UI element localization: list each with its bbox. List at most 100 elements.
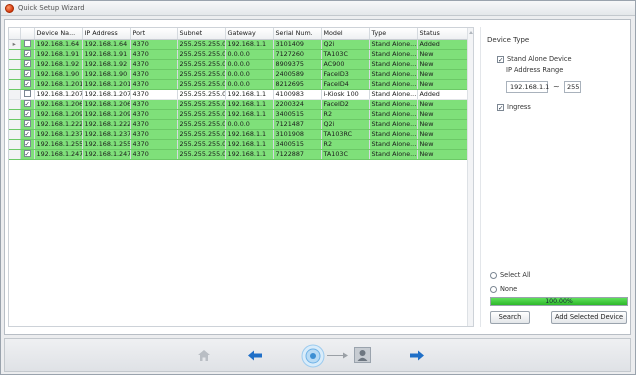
table-cell[interactable]: Stand Alone...	[369, 119, 418, 130]
row-checkbox[interactable]	[23, 60, 31, 67]
row-header[interactable]	[9, 49, 21, 60]
column-header[interactable]: Subnet	[177, 28, 226, 40]
table-cell[interactable]: 192.168.1.64	[82, 39, 131, 50]
user-upload-icon[interactable]	[354, 347, 371, 363]
table-cell[interactable]: 192.168.1.92	[34, 59, 83, 70]
row-checkbox-cell[interactable]	[20, 149, 35, 160]
table-cell[interactable]: 2200324	[273, 99, 322, 110]
column-header[interactable]: Port	[130, 28, 178, 40]
none-radio[interactable]	[490, 285, 497, 293]
table-cell[interactable]: 4370	[130, 149, 178, 160]
table-cell[interactable]: 4370	[130, 139, 178, 150]
table-cell[interactable]: 4100983	[273, 89, 322, 100]
table-cell[interactable]: 192.168.1.201	[82, 79, 131, 90]
table-cell[interactable]: 192.168.1.209	[34, 109, 83, 120]
scan-device-icon[interactable]	[301, 344, 325, 368]
table-cell[interactable]: FaceID2	[321, 99, 370, 110]
none-option[interactable]: None	[490, 285, 517, 293]
row-checkbox[interactable]	[23, 80, 31, 87]
row-checkbox-cell[interactable]	[20, 89, 35, 100]
table-cell[interactable]: 255.255.255.0	[177, 119, 226, 130]
row-header[interactable]	[9, 89, 21, 100]
table-cell[interactable]: Stand Alone...	[369, 69, 418, 80]
row-header[interactable]	[9, 139, 21, 150]
table-cell[interactable]: 255.255.255.0	[177, 139, 226, 150]
table-cell[interactable]: 3101409	[273, 39, 322, 50]
column-header[interactable]: Type	[369, 28, 418, 40]
table-row[interactable]: ▸ 192.168.1.64 192.168.1.64 4370 255.255.255…	[9, 39, 468, 50]
table-cell[interactable]: New	[417, 109, 468, 120]
table-cell[interactable]: 192.168.1.209	[82, 109, 131, 120]
table-cell[interactable]: R2	[321, 109, 370, 120]
table-cell[interactable]: 2400589	[273, 69, 322, 80]
table-cell[interactable]: 192.168.1.247	[34, 149, 83, 160]
table-cell[interactable]: 192.168.1.201	[34, 79, 83, 90]
table-row[interactable]: 192.168.1.247192.168.1.2474370255.255.25…	[9, 149, 468, 160]
checkbox-column-header[interactable]	[20, 28, 35, 40]
table-cell[interactable]: Added	[417, 89, 468, 100]
row-checkbox-cell[interactable]	[20, 59, 35, 70]
row-checkbox-cell[interactable]	[20, 99, 35, 110]
table-cell[interactable]: R2	[321, 139, 370, 150]
select-all-radio[interactable]	[490, 271, 497, 279]
table-cell[interactable]: Stand Alone...	[369, 59, 418, 70]
ingress-checkbox[interactable]	[497, 103, 504, 111]
row-checkbox-cell[interactable]	[20, 79, 35, 90]
row-header[interactable]: ▸	[9, 39, 21, 50]
table-row[interactable]: 192.168.1.237192.168.1.2374370255.255.25…	[9, 129, 468, 140]
table-cell[interactable]: New	[417, 79, 468, 90]
table-cell[interactable]: 4370	[130, 99, 178, 110]
table-cell[interactable]: 255.255.255.0	[177, 79, 226, 90]
table-cell[interactable]: 4370	[130, 39, 178, 50]
row-checkbox-cell[interactable]	[20, 39, 35, 50]
table-cell[interactable]: Stand Alone...	[369, 139, 418, 150]
column-header[interactable]: Gateway	[225, 28, 274, 40]
table-cell[interactable]: 4370	[130, 109, 178, 120]
table-cell[interactable]: 192.168.1.237	[34, 129, 83, 140]
table-cell[interactable]: 255.255.255.0	[177, 49, 226, 60]
table-cell[interactable]: New	[417, 129, 468, 140]
table-cell[interactable]: 192.168.1.237	[82, 129, 131, 140]
table-cell[interactable]: 192.168.1.255	[34, 139, 83, 150]
row-header[interactable]	[9, 99, 21, 110]
row-header[interactable]	[9, 59, 21, 70]
table-cell[interactable]: TA103C	[321, 149, 370, 160]
table-cell[interactable]: New	[417, 69, 468, 80]
table-cell[interactable]: Q2i	[321, 39, 370, 50]
scroll-up-icon[interactable]	[469, 31, 473, 34]
select-all-option[interactable]: Select All	[490, 271, 531, 279]
table-cell[interactable]: 255.255.255.0	[177, 149, 226, 160]
table-cell[interactable]: Stand Alone...	[369, 129, 418, 140]
table-row[interactable]: 192.168.1.92192.168.1.924370255.255.255.…	[9, 59, 468, 70]
table-cell[interactable]: 4370	[130, 129, 178, 140]
table-cell[interactable]: New	[417, 99, 468, 110]
table-cell[interactable]: 192.168.1.92	[82, 59, 131, 70]
table-cell[interactable]: 192.168.1.1	[225, 39, 274, 50]
table-cell[interactable]: 192.168.1.90	[34, 69, 83, 80]
table-row[interactable]: 192.168.1.255192.168.1.2554370255.255.25…	[9, 139, 468, 150]
column-header[interactable]: IP Address	[82, 28, 131, 40]
table-cell[interactable]: 192.168.1.1	[225, 89, 274, 100]
table-cell[interactable]: i-Kiosk 100	[321, 89, 370, 100]
table-cell[interactable]: 4370	[130, 119, 178, 130]
table-cell[interactable]: Stand Alone...	[369, 89, 418, 100]
table-cell[interactable]: New	[417, 149, 468, 160]
table-row[interactable]: 192.168.1.206192.168.1.2064370255.255.25…	[9, 99, 468, 110]
table-cell[interactable]: 192.168.1.1	[225, 99, 274, 110]
row-checkbox[interactable]	[23, 140, 31, 147]
table-cell[interactable]: 4370	[130, 49, 178, 60]
row-checkbox[interactable]	[23, 110, 31, 117]
table-row[interactable]: 192.168.1.209192.168.1.2094370255.255.25…	[9, 109, 468, 120]
table-cell[interactable]: 192.168.1.1	[225, 139, 274, 150]
table-cell[interactable]: New	[417, 59, 468, 70]
table-cell[interactable]: 192.168.1.64	[34, 39, 83, 50]
back-arrow-icon[interactable]	[248, 350, 262, 361]
row-header[interactable]	[9, 79, 21, 90]
row-header[interactable]	[9, 149, 21, 160]
table-row[interactable]: 192.168.1.201192.168.1.2014370255.255.25…	[9, 79, 468, 90]
table-cell[interactable]: FaceID3	[321, 69, 370, 80]
table-cell[interactable]: 192.168.1.255	[82, 139, 131, 150]
row-checkbox[interactable]	[23, 90, 31, 97]
row-checkbox[interactable]	[23, 100, 31, 107]
table-cell[interactable]: 255.255.255.0	[177, 109, 226, 120]
